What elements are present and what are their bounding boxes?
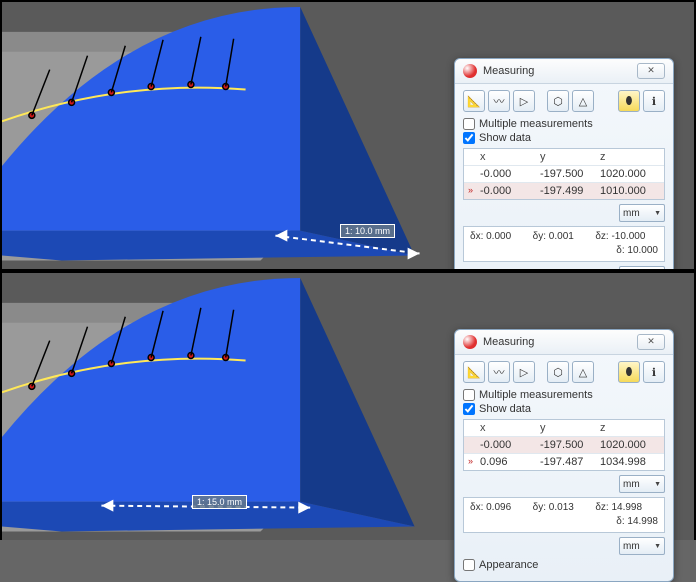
pick-button[interactable]: ⬮ <box>618 90 640 112</box>
toolbar: 📐 〰 ▷ ⬡ △ ⬮ ℹ <box>463 90 665 112</box>
dimension-label-2: 1: 15.0 mm <box>192 495 247 509</box>
mode-distance-button[interactable]: 📐 <box>463 90 485 112</box>
table-header: x y z <box>464 149 664 166</box>
show-data-input[interactable] <box>463 132 475 144</box>
mode-curve-button[interactable]: 〰 <box>488 361 510 383</box>
table-row[interactable]: » -0.000 -197.499 1010.000 <box>464 183 664 199</box>
chevron-down-icon: ▼ <box>654 210 661 217</box>
close-icon[interactable]: ✕ <box>637 334 665 350</box>
measuring-panel-bottom: Measuring ✕ 📐 〰 ▷ ⬡ △ ⬮ ℹ Multiple measu… <box>454 329 674 582</box>
data-table: x y z -0.000 -197.500 1020.000 » -0.000 … <box>463 148 665 200</box>
chevron-down-icon: ▼ <box>654 481 661 488</box>
table-header: x y z <box>464 420 664 437</box>
close-icon[interactable]: ✕ <box>637 63 665 79</box>
appearance-label: Appearance <box>479 559 538 571</box>
help-button[interactable]: ℹ <box>643 90 665 112</box>
app-icon <box>463 64 477 78</box>
multiple-measurements-input[interactable] <box>463 118 475 130</box>
multiple-measurements-label: Multiple measurements <box>479 389 593 401</box>
show-data-label: Show data <box>479 132 531 144</box>
mode-curve-button[interactable]: 〰 <box>488 90 510 112</box>
snap-face-button[interactable]: △ <box>572 90 594 112</box>
app-icon <box>463 335 477 349</box>
mode-angle-button[interactable]: ▷ <box>513 90 535 112</box>
viewport-top[interactable]: 1: 10.0 mm Measuring ✕ 📐 〰 ▷ ⬡ △ ⬮ ℹ Mul… <box>2 2 694 269</box>
data-table: x y z -0.000 -197.500 1020.000 » 0.096 -… <box>463 419 665 471</box>
multiple-measurements-input[interactable] <box>463 389 475 401</box>
appearance-input[interactable] <box>463 559 475 571</box>
table-row[interactable]: -0.000 -197.500 1020.000 <box>464 166 664 183</box>
delta-readout: δx: 0.000 δy: 0.001 δz: -10.000 δ: 10.00… <box>463 226 665 262</box>
appearance-checkbox[interactable]: Appearance <box>463 559 665 571</box>
show-data-checkbox[interactable]: Show data <box>463 132 665 144</box>
multiple-measurements-checkbox[interactable]: Multiple measurements <box>463 118 665 130</box>
show-data-input[interactable] <box>463 403 475 415</box>
panel-titlebar[interactable]: Measuring ✕ <box>455 330 673 355</box>
delta-readout: δx: 0.096 δy: 0.013 δz: 14.998 δ: 14.998 <box>463 497 665 533</box>
show-data-checkbox[interactable]: Show data <box>463 403 665 415</box>
mode-angle-button[interactable]: ▷ <box>513 361 535 383</box>
panel-titlebar[interactable]: Measuring ✕ <box>455 59 673 84</box>
toolbar: 📐 〰 ▷ ⬡ △ ⬮ ℹ <box>463 361 665 383</box>
table-row[interactable]: -0.000 -197.500 1020.000 <box>464 437 664 454</box>
snap-node-button[interactable]: ⬡ <box>547 90 569 112</box>
viewport-bottom[interactable]: 1: 15.0 mm Measuring ✕ 📐 〰 ▷ ⬡ △ ⬮ ℹ Mul… <box>2 273 694 540</box>
chevron-down-icon: ▼ <box>654 543 661 550</box>
dimension-label-1: 1: 10.0 mm <box>340 224 395 238</box>
unit-select[interactable]: mm▼ <box>619 204 665 222</box>
pick-button[interactable]: ⬮ <box>618 361 640 383</box>
panel-title: Measuring <box>483 65 637 77</box>
snap-face-button[interactable]: △ <box>572 361 594 383</box>
panel-title: Measuring <box>483 336 637 348</box>
snap-node-button[interactable]: ⬡ <box>547 361 569 383</box>
multiple-measurements-label: Multiple measurements <box>479 118 593 130</box>
mode-distance-button[interactable]: 📐 <box>463 361 485 383</box>
table-row[interactable]: » 0.096 -197.487 1034.998 <box>464 454 664 470</box>
unit-select[interactable]: mm▼ <box>619 475 665 493</box>
help-button[interactable]: ℹ <box>643 361 665 383</box>
multiple-measurements-checkbox[interactable]: Multiple measurements <box>463 389 665 401</box>
show-data-label: Show data <box>479 403 531 415</box>
